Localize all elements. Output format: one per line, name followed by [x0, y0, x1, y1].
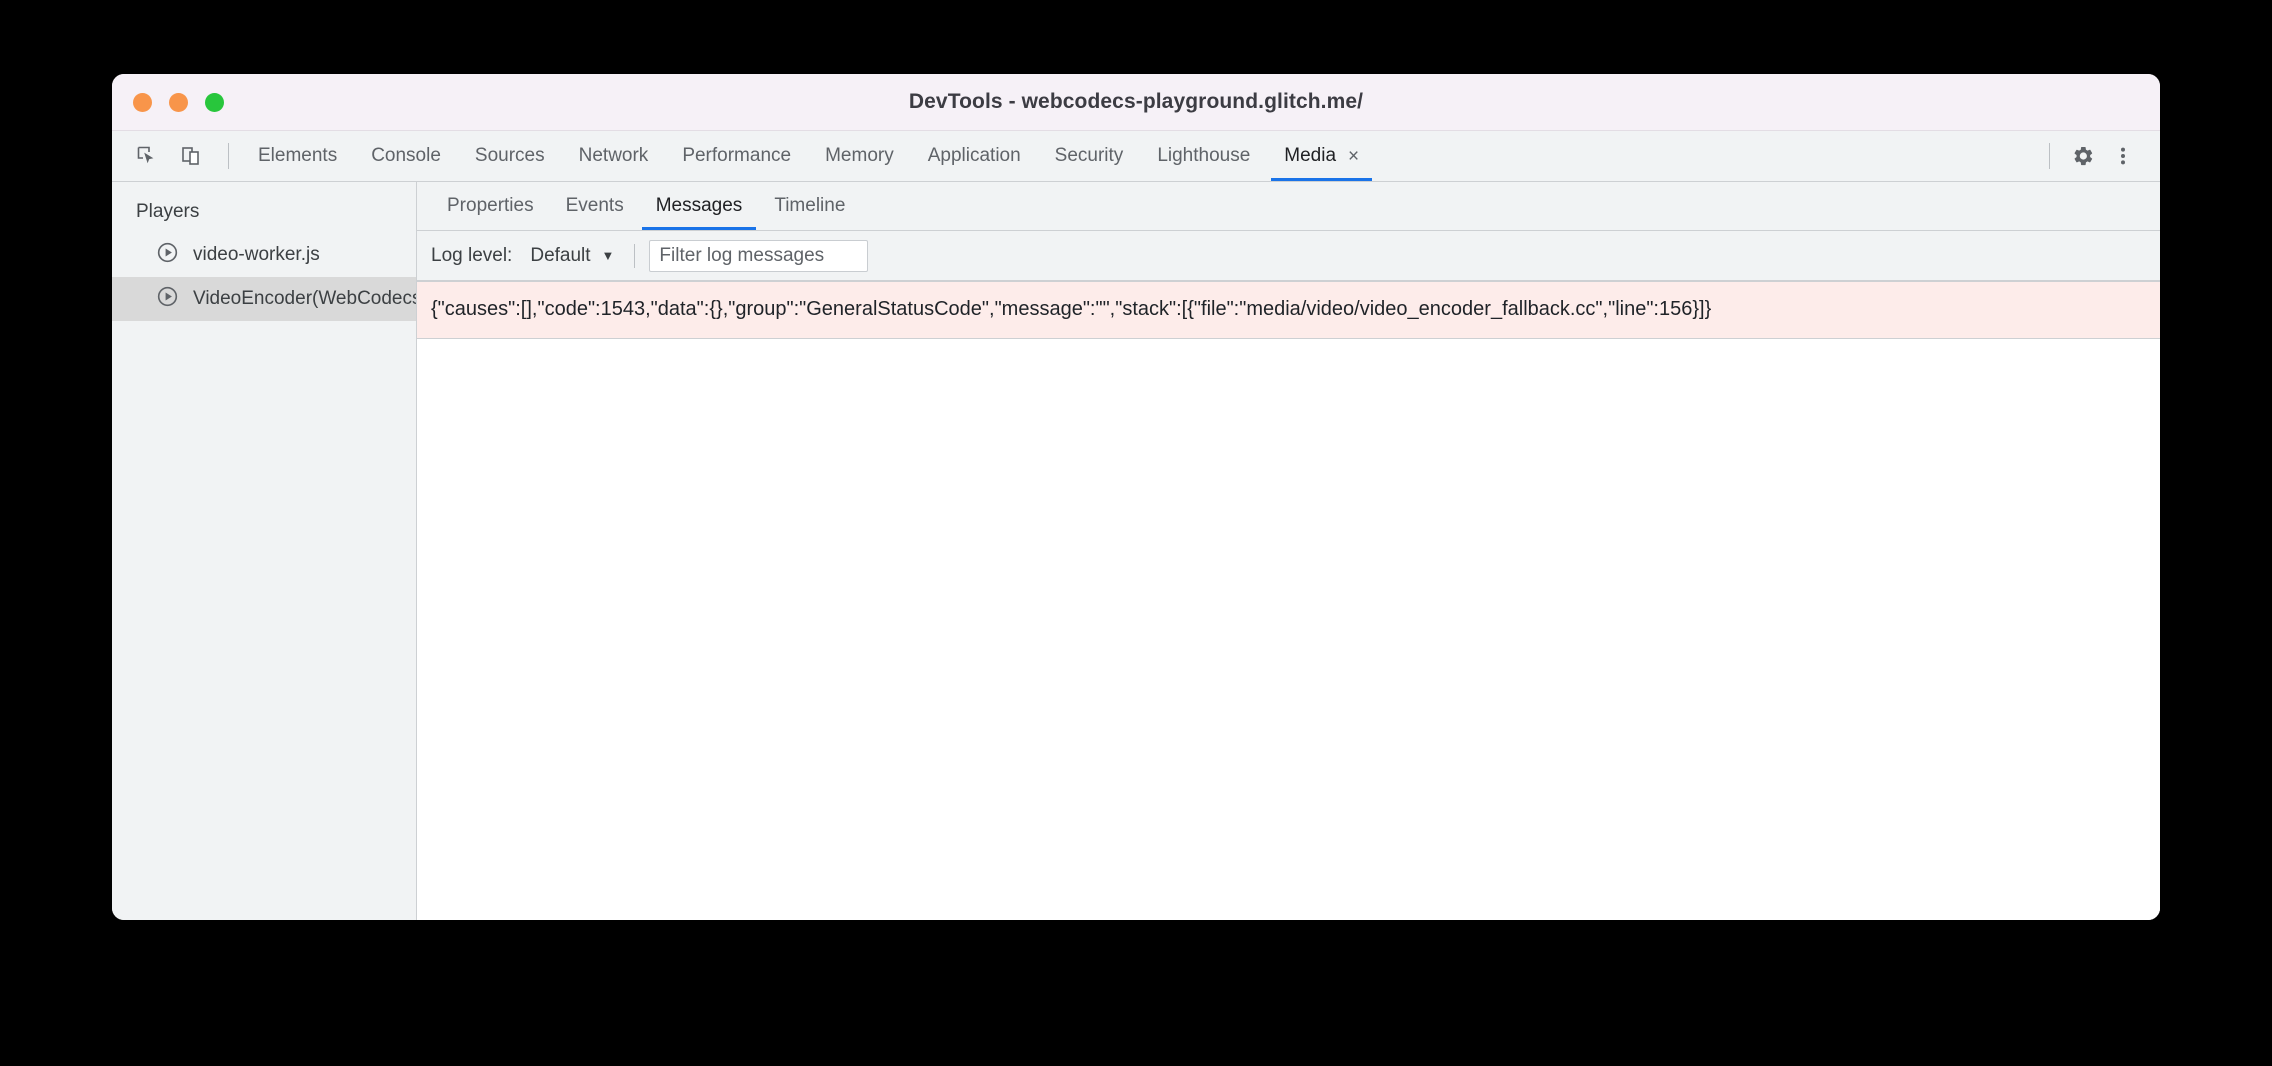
tab-label: Application	[927, 145, 1021, 166]
subtab-label: Properties	[447, 195, 534, 216]
tab-console[interactable]: Console	[354, 131, 458, 181]
tab-performance[interactable]: Performance	[665, 131, 808, 181]
players-sidebar: Players video-worker.js VideoEncoder(Web…	[112, 182, 417, 920]
tab-label: Lighthouse	[1157, 145, 1251, 166]
subtab-properties[interactable]: Properties	[431, 182, 550, 230]
close-window-button[interactable]	[133, 92, 152, 112]
tab-security[interactable]: Security	[1038, 131, 1141, 181]
toolbar-divider	[228, 143, 229, 169]
window-title: DevTools - webcodecs-playground.glitch.m…	[908, 90, 1364, 113]
filter-log-messages-input[interactable]	[649, 239, 869, 272]
messages-list[interactable]: {"causes":[],"code":1543,"data":{},"grou…	[417, 281, 2160, 920]
log-level-label: Log level:	[431, 244, 513, 266]
log-toolbar: Log level: Default ▼	[417, 231, 2160, 281]
chevron-down-icon: ▼	[601, 248, 615, 263]
subtab-label: Messages	[655, 195, 743, 216]
tab-label: Security	[1054, 145, 1124, 166]
sidebar-item-label: VideoEncoder(WebCodecs)	[193, 288, 417, 309]
sidebar-header-players: Players	[136, 201, 200, 222]
media-panel: Properties Events Messages Timeline Log …	[417, 182, 2160, 920]
inspect-element-icon[interactable]	[128, 137, 166, 175]
device-toolbar-icon[interactable]	[172, 137, 210, 175]
tab-label: Performance	[682, 145, 792, 166]
tab-elements[interactable]: Elements	[241, 131, 354, 181]
subtab-messages[interactable]: Messages	[640, 182, 759, 230]
tab-media[interactable]: Media ×	[1267, 131, 1376, 181]
subtab-label: Timeline	[774, 195, 846, 216]
window-titlebar: DevTools - webcodecs-playground.glitch.m…	[112, 74, 2160, 131]
maximize-window-button[interactable]	[205, 92, 224, 112]
log-level-dropdown[interactable]: Default ▼	[524, 242, 620, 270]
tab-sources[interactable]: Sources	[458, 131, 562, 181]
tab-network[interactable]: Network	[562, 131, 666, 181]
sidebar-item-label: video-worker.js	[193, 244, 320, 265]
tab-label: Media	[1284, 145, 1337, 166]
devtools-window: DevTools - webcodecs-playground.glitch.m…	[112, 74, 2160, 920]
sidebar-item-video-encoder[interactable]: VideoEncoder(WebCodecs)	[112, 277, 416, 321]
subtab-timeline[interactable]: Timeline	[758, 182, 861, 230]
play-circle-icon	[156, 241, 179, 270]
tab-label: Network	[578, 145, 649, 166]
devtools-body: Players video-worker.js VideoEncoder(Web…	[112, 182, 2160, 920]
tab-label: Elements	[258, 145, 338, 166]
log-toolbar-divider	[634, 243, 636, 268]
subtab-events[interactable]: Events	[550, 182, 640, 230]
tab-application[interactable]: Application	[911, 131, 1038, 181]
tab-memory[interactable]: Memory	[808, 131, 911, 181]
tabbar-tools-group	[112, 131, 241, 181]
tab-lighthouse[interactable]: Lighthouse	[1140, 131, 1267, 181]
devtools-main-tabbar: Elements Console Sources Network Perform…	[112, 131, 2160, 182]
sidebar-item-video-worker[interactable]: video-worker.js	[112, 233, 416, 277]
log-level-value: Default	[530, 244, 591, 266]
minimize-window-button[interactable]	[169, 92, 188, 112]
tab-label: Console	[371, 145, 441, 166]
tab-label: Sources	[474, 145, 545, 166]
media-subtabbar: Properties Events Messages Timeline	[417, 182, 2160, 231]
more-vertical-icon[interactable]	[2104, 137, 2142, 175]
close-icon[interactable]: ×	[1348, 147, 1359, 166]
main-tab-list: Elements Console Sources Network Perform…	[241, 131, 2037, 181]
tabbar-actions-group	[2037, 131, 2160, 181]
traffic-light-buttons	[133, 92, 224, 112]
log-message-row[interactable]: {"causes":[],"code":1543,"data":{},"grou…	[417, 281, 2160, 339]
subtab-label: Events	[565, 195, 624, 216]
gear-icon[interactable]	[2064, 137, 2102, 175]
tab-label: Memory	[825, 145, 894, 166]
play-circle-icon	[156, 285, 179, 314]
toolbar-divider-right	[2049, 143, 2050, 169]
